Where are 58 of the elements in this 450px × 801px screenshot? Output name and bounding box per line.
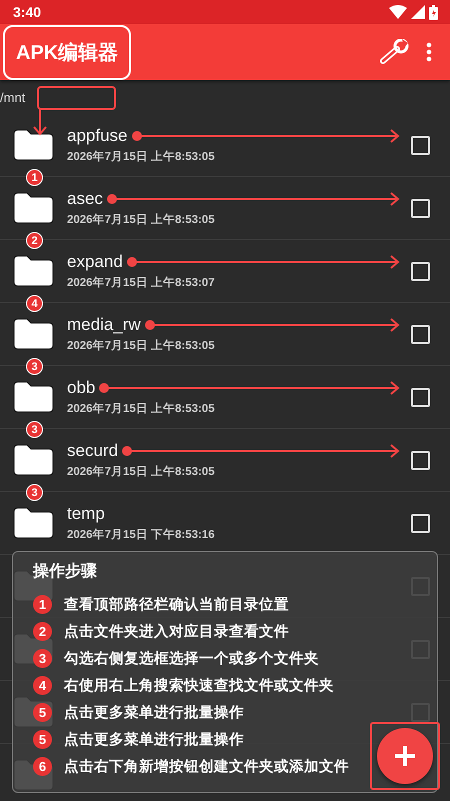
status-time: 3:40 <box>13 4 42 20</box>
folder-icon <box>13 444 54 476</box>
folder-date: 2026年7月15日 上午8:53:05 <box>67 401 216 416</box>
step-text: 点击右下角新增按钮创建文件夹或添加文件 <box>64 758 349 776</box>
step-badge: 3 <box>26 421 43 438</box>
path-text: /mnt <box>0 90 26 104</box>
folder-name[interactable]: expand <box>67 252 123 272</box>
folder-date: 2026年7月15日 上午8:53:05 <box>67 149 216 164</box>
folder-name[interactable]: obb <box>67 378 96 398</box>
app-title: APK编辑器 <box>3 24 132 80</box>
checkbox[interactable] <box>411 198 430 218</box>
folder-date: 2026年7月15日 上午8:53:05 <box>67 464 216 479</box>
checkbox[interactable] <box>411 450 430 470</box>
checkbox[interactable] <box>411 324 430 344</box>
signal-icon <box>411 5 425 19</box>
checkbox[interactable] <box>411 262 430 280</box>
step-text: 右使用右上角搜索快速查找文件或文件夹 <box>64 676 334 695</box>
step-number: 4 <box>33 676 52 695</box>
folder-icon <box>13 318 54 350</box>
wifi-icon <box>389 5 407 19</box>
step-text: 查看顶部路径栏确认当前目录位置 <box>64 596 289 614</box>
step-text: 点击文件夹进入对应目录查看文件 <box>64 622 289 641</box>
wrench-icon <box>380 39 410 65</box>
checkbox[interactable] <box>411 388 430 406</box>
folder-name[interactable]: media_rw <box>67 315 141 335</box>
step-number: 2 <box>33 622 52 641</box>
plus-icon <box>393 744 417 768</box>
folder-name[interactable]: temp <box>67 504 105 524</box>
folder-name[interactable]: appfuse <box>67 126 128 146</box>
checkbox[interactable] <box>411 136 430 154</box>
step-badge: 4 <box>26 295 43 312</box>
folder-icon <box>13 507 54 539</box>
step-text: 勾选右侧复选框选择一个或多个文件夹 <box>64 650 319 668</box>
step-number: 3 <box>33 649 52 668</box>
folder-icon <box>13 381 54 413</box>
step-number: 5 <box>33 730 52 749</box>
step-badge: 3 <box>26 358 43 375</box>
folder-icon <box>13 192 54 224</box>
battery-icon <box>429 4 438 20</box>
folder-date: 2026年7月15日 上午8:53:05 <box>67 338 216 353</box>
folder-name[interactable]: securd <box>67 441 118 461</box>
step-badge: 1 <box>26 169 43 186</box>
guide-title: 操作步骤 <box>33 562 98 582</box>
step-text: 点击更多菜单进行批量操作 <box>64 730 244 749</box>
folder-icon <box>13 255 54 287</box>
step-text: 点击更多菜单进行批量操作 <box>64 704 244 722</box>
folder-date: 2026年7月15日 下午8:53:16 <box>67 528 216 542</box>
step-badge: 3 <box>26 484 43 501</box>
folder-date: 2026年7月15日 上午8:53:07 <box>67 275 216 290</box>
folder-name[interactable]: asec <box>67 189 103 209</box>
folder-icon <box>13 129 54 161</box>
folder-date: 2026年7月15日 上午8:53:05 <box>67 212 216 227</box>
step-badge: 2 <box>26 232 43 249</box>
more-icon <box>426 42 432 62</box>
step-number: 5 <box>33 703 52 722</box>
step-number: 6 <box>33 757 52 776</box>
step-number: 1 <box>33 595 52 614</box>
checkbox[interactable] <box>411 514 430 532</box>
